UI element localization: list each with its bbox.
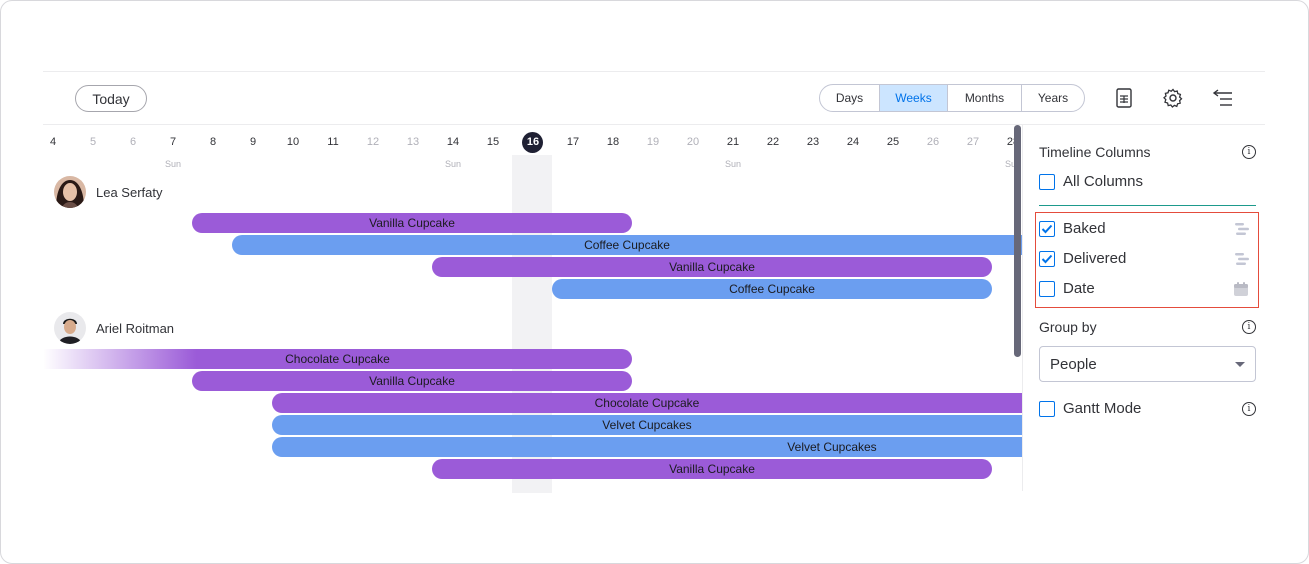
timeline-bar[interactable]: Velvet Cupcakes <box>272 415 1022 435</box>
timeline-bar[interactable]: Vanilla Cupcake <box>432 459 992 479</box>
day-label: 21 <box>726 136 740 148</box>
checkbox-label: All Columns <box>1063 173 1144 190</box>
day-label: 9 <box>249 136 257 148</box>
today-day-label: 16 <box>526 136 540 148</box>
timeline-columns-heading: Timeline Columns <box>1039 144 1151 160</box>
checkbox-icon[interactable] <box>1039 400 1055 417</box>
day-label: 24 <box>846 136 860 148</box>
columns-highlight-box <box>1035 212 1259 308</box>
person-name: Ariel Roitman <box>96 320 175 336</box>
day-label: 26 <box>926 136 940 148</box>
day-label: 15 <box>486 136 500 148</box>
day-label: 4 <box>49 136 57 148</box>
day-label: 8 <box>209 136 217 148</box>
export-sheet-icon[interactable] <box>1112 86 1136 110</box>
day-label: 18 <box>606 136 620 148</box>
sunday-label: Sun <box>444 159 461 169</box>
day-label: 12 <box>366 136 380 148</box>
timeline-bar[interactable]: Chocolate Cupcake <box>43 349 632 369</box>
avatar <box>54 176 86 208</box>
timeline-bar[interactable]: Velvet Cupcakes <box>272 437 1022 457</box>
sunday-label: Sun <box>164 159 181 169</box>
settings-gear-icon[interactable] <box>1161 86 1185 110</box>
avatar <box>54 312 86 344</box>
day-label: 22 <box>766 136 780 148</box>
timeline-scrollbar[interactable] <box>1014 125 1021 357</box>
timeline-bar[interactable]: Chocolate Cupcake <box>272 393 1022 413</box>
all-columns-checkbox[interactable]: All Columns <box>1039 173 1143 190</box>
all-columns-underline <box>1039 205 1256 206</box>
checkbox-icon[interactable] <box>1039 173 1055 190</box>
group-by-dropdown[interactable]: People <box>1039 346 1256 382</box>
view-years-button[interactable]: Years <box>1022 85 1084 111</box>
day-label: 6 <box>129 136 137 148</box>
collapse-panel-icon[interactable] <box>1211 86 1235 110</box>
today-button[interactable]: Today <box>75 85 147 112</box>
group-header-person[interactable]: Ariel Roitman <box>54 312 174 344</box>
day-label: 5 <box>89 136 97 148</box>
day-label: 20 <box>686 136 700 148</box>
day-label: 17 <box>566 136 580 148</box>
group-by-heading: Group by <box>1039 319 1097 335</box>
timeline-grid: 4 5 6 7 8 9 10 11 12 13 14 15 16 17 18 1… <box>43 125 1022 493</box>
group-by-value: People <box>1050 355 1097 373</box>
checkbox-label: Gantt Mode <box>1063 400 1142 417</box>
view-weeks-button[interactable]: Weeks <box>880 85 948 111</box>
day-label: 13 <box>406 136 420 148</box>
view-days-button[interactable]: Days <box>820 85 880 111</box>
view-months-button[interactable]: Months <box>948 85 1022 111</box>
day-label: 25 <box>886 136 900 148</box>
day-label: 11 <box>327 136 339 148</box>
day-label: 23 <box>806 136 820 148</box>
timeline-bar[interactable]: Coffee Cupcake <box>232 235 1022 255</box>
gantt-mode-checkbox[interactable]: Gantt Mode <box>1039 400 1141 417</box>
day-label: 19 <box>646 136 660 148</box>
panel-divider <box>1022 125 1023 491</box>
timeline-bar[interactable]: Vanilla Cupcake <box>192 371 632 391</box>
day-label: 27 <box>966 136 980 148</box>
info-icon[interactable]: i <box>1242 402 1256 416</box>
timeline-bar[interactable]: Vanilla Cupcake <box>432 257 992 277</box>
chevron-down-icon <box>1235 362 1245 367</box>
day-label: 7 <box>169 136 177 148</box>
timeline-bar[interactable]: Coffee Cupcake <box>552 279 992 299</box>
day-label: 10 <box>286 136 300 148</box>
info-icon[interactable]: i <box>1242 145 1256 159</box>
top-divider <box>43 71 1265 72</box>
timeline-bar[interactable]: Vanilla Cupcake <box>192 213 632 233</box>
view-switcher: Days Weeks Months Years <box>819 84 1085 112</box>
group-header-person[interactable]: Lea Serfaty <box>54 176 163 208</box>
day-label: 14 <box>446 136 460 148</box>
info-icon[interactable]: i <box>1242 320 1256 334</box>
person-name: Lea Serfaty <box>96 184 163 200</box>
sunday-label: Sun <box>724 159 741 169</box>
